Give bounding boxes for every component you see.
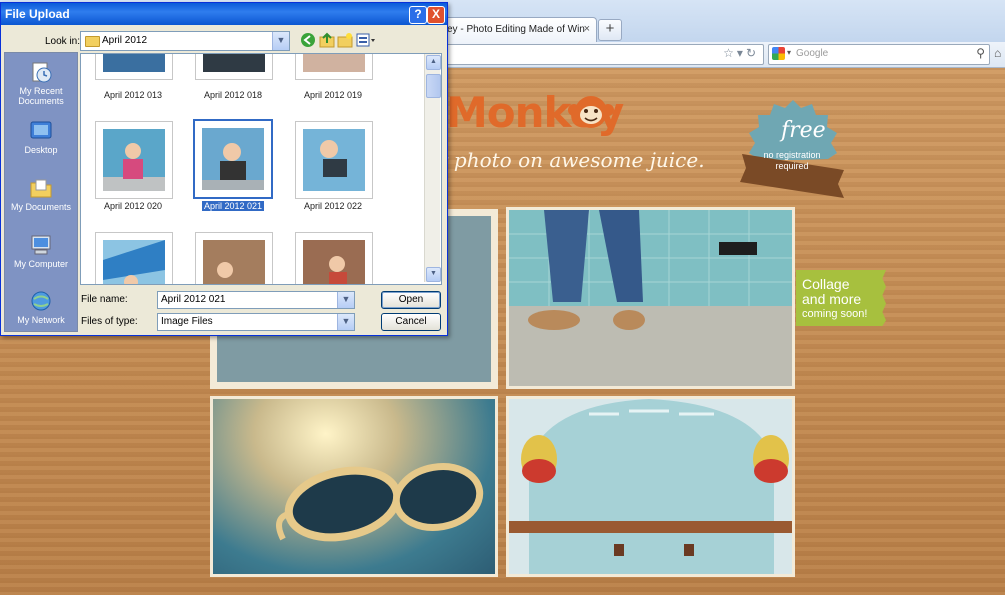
thumbnail-image [202,128,264,190]
place-label-line-1: My Computer [13,259,68,269]
scroll-down-icon[interactable]: ▼ [426,267,441,282]
my-network-icon [31,291,51,311]
browser-tab[interactable]: ey - Photo Editing Made of Win × [432,17,597,43]
place-my-network[interactable]: My Network [5,290,77,325]
address-bar[interactable]: ☆▾↻ [440,44,764,65]
file-list-scrollbar[interactable]: ▲ ▼ [424,54,441,282]
place-label-line-2: Documents [18,96,64,106]
files-of-type-dropdown[interactable]: Image Files ▼ [157,313,355,331]
search-icon[interactable]: ⚲ [976,46,985,60]
files-of-type-label: Files of type: [81,316,138,327]
recent-documents-icon [32,62,52,83]
file-thumbnail[interactable] [295,54,373,80]
scroll-thumb[interactable] [426,74,441,98]
file-label[interactable]: April 2012 018 [185,90,281,100]
place-my-recent-documents[interactable]: My Recent Documents [5,61,77,106]
tab-close-icon[interactable]: × [584,23,590,35]
collage-tag-text: Collage and more coming soon! [802,277,867,322]
close-button[interactable]: X [427,6,445,24]
new-tab-button[interactable]: + [598,19,622,41]
collage-line-3: coming soon! [802,308,868,320]
file-name-value: April 2012 021 [161,294,226,305]
photo-tile-jeans[interactable] [506,207,795,389]
place-label-line-1: My Recent [19,86,63,96]
place-desktop[interactable]: Desktop [5,120,77,155]
url-controls-icon[interactable]: ☆▾↻ [723,46,759,60]
file-list-pane[interactable]: April 2012 013 April 2012 018 April 2012… [80,53,442,285]
my-documents-icon [30,179,52,198]
file-thumbnail[interactable] [95,54,173,80]
file-label-selected[interactable]: April 2012 021 [185,201,281,211]
place-label-line-1: My Network [17,315,65,325]
file-name-input[interactable]: April 2012 021 ▼ [157,291,355,309]
file-upload-dialog: File Upload ? X Look in: April 2012 ▼ My… [0,2,448,336]
file-thumbnail-selected[interactable] [193,119,273,199]
thumbnail-image [203,240,265,284]
file-label[interactable]: April 2012 020 [85,201,181,211]
desktop-icon [30,121,52,139]
collage-line-2: and more [802,291,862,307]
google-icon[interactable] [772,47,785,60]
car-photo-image [509,399,792,574]
tab-title: ey - Photo Editing Made of Win [447,24,585,35]
place-my-documents[interactable]: My Documents [5,177,77,212]
help-button[interactable]: ? [409,6,427,24]
file-thumbnail[interactable] [95,232,173,284]
file-thumbnail[interactable] [95,121,173,199]
collage-line-1: Collage [802,276,850,292]
tagline: r photo on awesome juice. [438,148,705,172]
photo-tile-car[interactable] [506,396,795,577]
badge-ribbon-text: no registration required [752,150,832,172]
my-computer-icon [31,235,51,255]
sunglasses-photo-image [276,463,484,542]
search-box[interactable]: ▾ Google ⚲ [768,44,990,65]
back-icon[interactable] [300,32,316,48]
badge-free-text: free [781,118,826,143]
jeans-photo-image [509,210,792,386]
search-engine-dropdown-icon[interactable]: ▾ [787,48,791,57]
thumbnail-image [303,54,365,72]
place-label-line-1: My Documents [10,202,72,212]
chevron-down-icon[interactable]: ▼ [272,32,289,50]
chevron-down-icon[interactable]: ▼ [337,292,354,308]
photo-tile-sunglasses[interactable] [210,396,498,577]
file-label[interactable]: April 2012 022 [285,201,381,211]
file-thumbnail[interactable] [195,54,273,80]
file-thumbnail[interactable] [295,232,373,284]
place-label-line-1: Desktop [24,145,58,155]
file-thumbnail[interactable] [295,121,373,199]
file-label[interactable]: April 2012 019 [285,90,381,100]
up-folder-icon[interactable] [319,32,335,48]
places-bar: My Recent Documents Desktop My Documents… [4,52,78,332]
open-button[interactable]: Open [381,291,441,309]
scroll-up-icon[interactable]: ▲ [426,55,441,70]
files-of-type-value: Image Files [161,316,213,327]
folder-icon [85,36,100,47]
monkey-logo-icon [568,96,614,128]
ribbon-line-2: required [775,161,809,171]
look-in-value: April 2012 [102,35,148,46]
thumbnail-image [303,129,365,191]
thumbnail-image [103,129,165,191]
file-name-label: File name: [81,294,128,305]
chevron-down-icon[interactable]: ▼ [337,314,354,330]
thumbnail-image [303,240,365,284]
place-my-computer[interactable]: My Computer [5,234,77,269]
look-in-label: Look in: [45,36,81,47]
home-icon[interactable]: ⌂ [994,46,1001,60]
cancel-button[interactable]: Cancel [381,313,441,331]
thumbnail-image [203,54,265,72]
thumbnail-image [103,240,165,284]
thumbnail-image [103,54,165,72]
file-label[interactable]: April 2012 013 [85,90,181,100]
ribbon-line-1: no registration [763,150,821,160]
dialog-title-bar[interactable]: File Upload ? X [1,3,447,25]
file-thumbnail[interactable] [195,232,273,284]
new-folder-icon[interactable] [337,32,353,48]
look-in-dropdown[interactable]: April 2012 ▼ [80,31,290,51]
dialog-title: File Upload [5,7,70,21]
search-placeholder: Google [796,48,829,59]
view-menu-icon[interactable] [356,32,376,48]
